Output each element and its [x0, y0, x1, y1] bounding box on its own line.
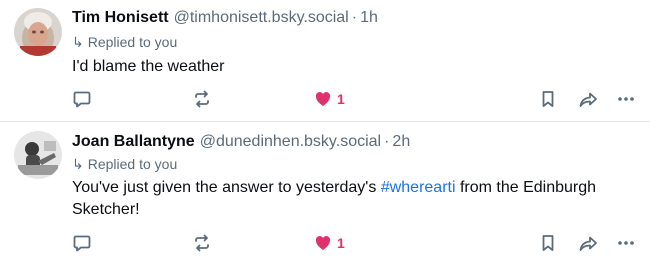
author-name[interactable]: Tim Honisett [72, 9, 169, 26]
speech-bubble-icon [73, 91, 91, 108]
notification-feed: Tim Honisett @timhonisett.bsky.social · 1h … [0, 0, 650, 264]
share-button[interactable] [578, 87, 600, 111]
share-arrow-icon [579, 92, 597, 107]
speech-bubble-icon [73, 235, 91, 252]
reply-post[interactable]: Tim Honisett @timhonisett.bsky.social · 1h … [0, 0, 650, 121]
reply-button[interactable] [72, 87, 92, 111]
separator: · [384, 133, 390, 150]
bookmark-icon [542, 235, 554, 251]
bookmark-button[interactable] [538, 231, 558, 255]
like-button[interactable]: 1 [313, 87, 345, 111]
repost-button[interactable] [192, 87, 212, 111]
reply-post[interactable]: Joan Ballantyne @dunedinhen.bsky.social · 2… [0, 122, 650, 264]
post-text-start: You've just given the answer to yesterda… [72, 179, 381, 196]
like-count: 1 [337, 235, 345, 251]
bookmark-icon [542, 91, 554, 107]
like-count: 1 [337, 91, 345, 107]
replied-label: Replied to you [87, 156, 178, 172]
post-header: Joan Ballantyne @dunedinhen.bsky.social · 2… [72, 132, 410, 152]
more-options-button[interactable] [616, 231, 636, 255]
author-handle[interactable]: @timhonisett.bsky.social [174, 9, 349, 26]
replied-label: Replied to you [87, 34, 178, 50]
post-actions: 1 [0, 231, 650, 255]
ellipsis-icon [618, 241, 634, 245]
share-button[interactable] [578, 231, 600, 255]
heart-icon [315, 236, 331, 250]
author-handle[interactable]: @dunedinhen.bsky.social [200, 133, 381, 150]
author-name[interactable]: Joan Ballantyne [72, 133, 195, 150]
heart-icon [315, 92, 331, 106]
replied-indicator: ↳ Replied to you [72, 33, 177, 51]
reply-arrow-icon: ↳ [72, 34, 84, 50]
post-text: You've just given the answer to yesterda… [72, 177, 632, 221]
repost-button[interactable] [192, 231, 212, 255]
separator: · [351, 9, 358, 26]
repost-arrows-icon [195, 90, 209, 108]
reply-arrow-icon: ↳ [72, 156, 84, 172]
share-arrow-icon [579, 236, 597, 251]
bookmark-button[interactable] [538, 87, 558, 111]
timestamp[interactable]: 2h [392, 133, 410, 150]
replied-indicator: ↳ Replied to you [72, 155, 177, 173]
reply-button[interactable] [72, 231, 92, 255]
like-button[interactable]: 1 [313, 231, 345, 255]
avatar[interactable] [14, 8, 62, 56]
more-options-button[interactable] [616, 87, 636, 111]
repost-arrows-icon [195, 234, 209, 252]
avatar[interactable] [14, 131, 62, 179]
post-actions: 1 [0, 87, 650, 111]
timestamp[interactable]: 1h [360, 9, 378, 26]
post-text: I'd blame the weather [72, 58, 225, 75]
hashtag-link[interactable]: #wherearti [381, 179, 456, 196]
post-header: Tim Honisett @timhonisett.bsky.social · 1h [72, 8, 378, 28]
ellipsis-icon [618, 97, 634, 101]
